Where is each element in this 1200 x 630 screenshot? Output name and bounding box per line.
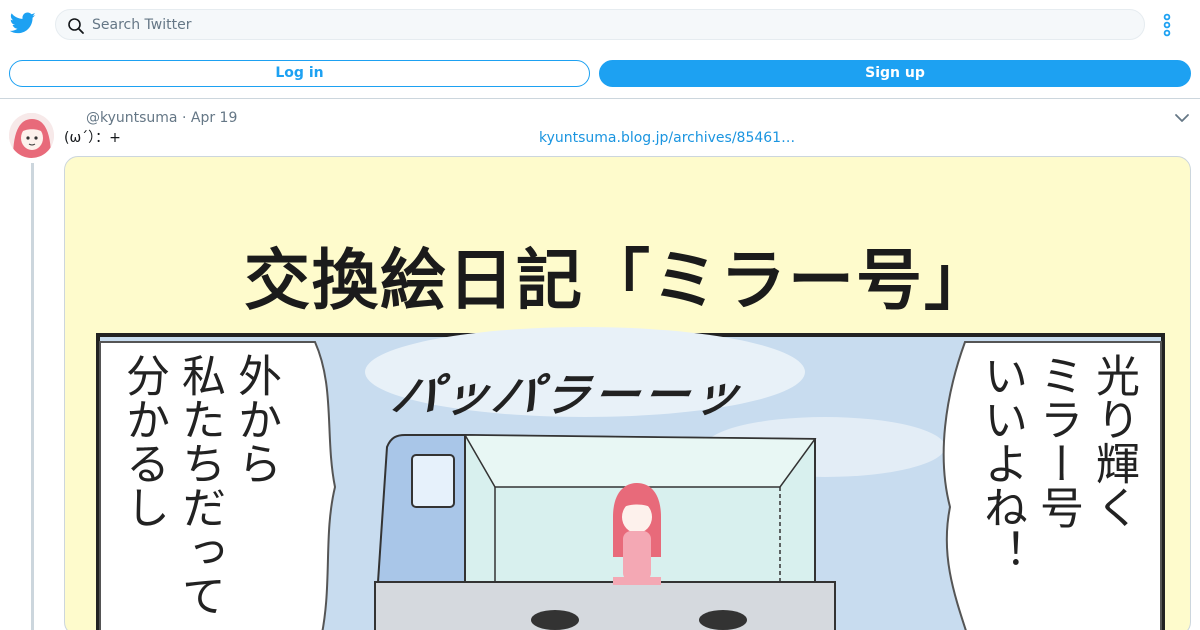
tweet-media-image[interactable]: 交換絵日記「ミラー号」 パッパラーーッ 外から 私たちだって 分かるし 光り輝く… — [64, 156, 1191, 630]
twitter-bird-icon[interactable] — [9, 10, 36, 36]
header-divider — [0, 98, 1200, 99]
right-bubble-text: 光り輝く ミラー号 いいよね！ — [973, 353, 1141, 630]
tweet-meta: @kyuntsuma · Apr 19 — [86, 110, 237, 126]
left-bubble-text: 外から 私たちだって 分かるし — [115, 353, 283, 630]
search-input[interactable] — [92, 13, 1092, 37]
right-bubble-line-3: いいよね！ — [976, 353, 1027, 573]
manga-sfx-text: パッパラーーッ — [387, 368, 750, 422]
search-icon — [67, 17, 85, 35]
right-bubble-line-1: 光り輝く — [1088, 353, 1139, 529]
top-bar — [0, 0, 1200, 48]
left-bubble-line-2: 私たちだって — [174, 353, 225, 617]
search-bar[interactable] — [55, 9, 1145, 40]
thread-line — [31, 163, 34, 630]
login-button[interactable]: Log in — [9, 60, 590, 87]
more-vertical-icon[interactable] — [1157, 12, 1177, 38]
chevron-down-icon[interactable] — [1173, 110, 1191, 126]
left-bubble-line-3: 分かるし — [118, 353, 169, 529]
tweet-date[interactable]: · Apr 19 — [182, 110, 237, 126]
avatar[interactable] — [9, 113, 54, 158]
right-bubble-line-2: ミラー号 — [1032, 353, 1083, 529]
manga-title: 交換絵日記「ミラー号」 — [244, 241, 992, 319]
tweet-text: (ω´）：+ — [64, 130, 121, 146]
user-handle[interactable]: @kyuntsuma — [86, 110, 178, 126]
signup-button[interactable]: Sign up — [599, 60, 1191, 87]
left-bubble-line-1: 外から — [230, 353, 281, 485]
tweet-link[interactable]: kyuntsuma.blog.jp/archives/85461… — [539, 130, 795, 147]
